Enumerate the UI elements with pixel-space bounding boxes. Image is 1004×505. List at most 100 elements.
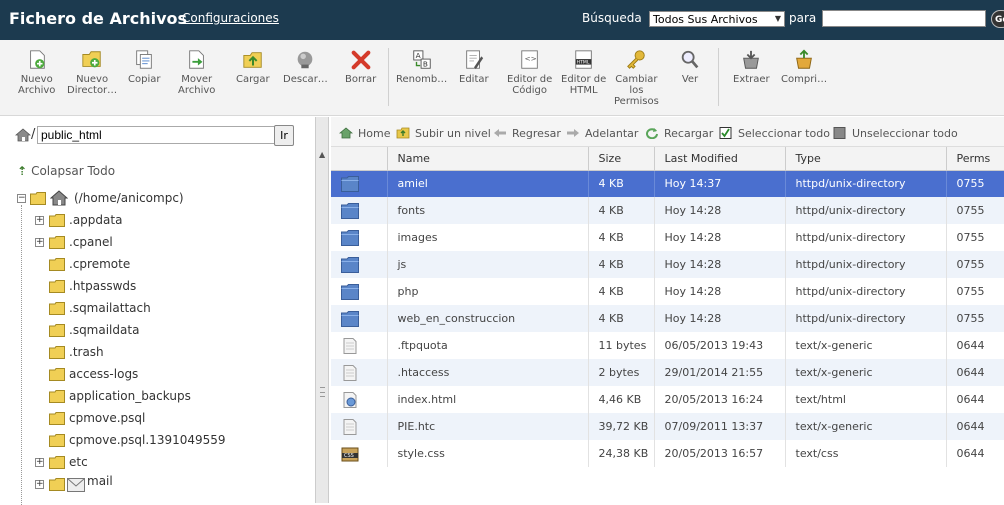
- toolbar-label: Borrar: [345, 74, 377, 85]
- expand-toggle-icon[interactable]: +: [35, 480, 44, 489]
- path-input[interactable]: [37, 126, 280, 144]
- toolbar-copy-button[interactable]: Copiar: [128, 49, 160, 85]
- column-header-size[interactable]: Size: [588, 147, 655, 171]
- file-perms-cell[interactable]: 0755: [946, 278, 1004, 305]
- nav-back-button[interactable]: Regresar: [493, 127, 561, 140]
- code-editor-icon: <>: [520, 50, 538, 69]
- table-row[interactable]: amiel 4 KB Hoy 14:37 httpd/unix-directory 07…: [331, 170, 1004, 197]
- toolbar-edit-button[interactable]: Editar: [459, 49, 489, 85]
- file-icon-cell[interactable]: [331, 305, 388, 332]
- expand-toggle-icon[interactable]: +: [35, 216, 44, 225]
- file-name-cell[interactable]: style.css: [387, 440, 589, 467]
- toolbar-extract-button[interactable]: Extraer: [733, 49, 770, 85]
- nav-home-button[interactable]: Home: [339, 127, 390, 140]
- column-header-name[interactable]: Name: [387, 147, 589, 171]
- toolbar-code-editor-button[interactable]: <> Editor de Código: [507, 49, 552, 96]
- file-perms-cell[interactable]: 0644: [946, 332, 1004, 359]
- file-name-cell[interactable]: .htaccess: [387, 359, 589, 386]
- toolbar-new-file-button[interactable]: Nuevo Archivo: [18, 49, 55, 96]
- toolbar-view-magnifier-button[interactable]: Ver: [678, 49, 702, 85]
- file-icon-cell[interactable]: [331, 413, 388, 440]
- file-name-cell[interactable]: .ftpquota: [387, 332, 589, 359]
- folder-icon: [49, 236, 65, 249]
- app-title: Fichero de Archivos: [9, 9, 188, 28]
- file-icon-cell[interactable]: [331, 170, 388, 197]
- search-scope-select[interactable]: Todos Sus Archivos ▼: [649, 11, 785, 27]
- folder-up-icon: [396, 127, 410, 139]
- file-perms-cell[interactable]: 0644: [946, 359, 1004, 386]
- file-modified-cell: 07/09/2011 13:37: [654, 413, 786, 440]
- file-type-cell: text/x-generic: [785, 413, 947, 440]
- copy-icon: [136, 50, 153, 69]
- nav-select-all-button[interactable]: Seleccionar todo: [719, 127, 830, 140]
- splitter-grip-icon[interactable]: [320, 387, 325, 397]
- collapse-toggle-icon[interactable]: −: [17, 194, 26, 203]
- file-perms-cell[interactable]: 0755: [946, 224, 1004, 251]
- table-row[interactable]: images 4 KB Hoy 14:28 httpd/unix-directory 0…: [331, 224, 1004, 251]
- file-perms-cell[interactable]: 0644: [946, 413, 1004, 440]
- file-icon-cell[interactable]: [331, 251, 388, 278]
- file-perms-cell[interactable]: 0755: [946, 251, 1004, 278]
- toolbar-compress-button[interactable]: Compri…: [781, 49, 827, 85]
- file-perms-cell[interactable]: 0644: [946, 440, 1004, 467]
- toolbar-delete-button[interactable]: Borrar: [345, 49, 376, 85]
- file-type-cell: httpd/unix-directory: [785, 197, 947, 224]
- file-perms-cell[interactable]: 0644: [946, 386, 1004, 413]
- toolbar-move-file-button[interactable]: Mover Archivo: [178, 49, 215, 96]
- file-icon-cell[interactable]: [331, 278, 388, 305]
- search-go-button[interactable]: Go: [991, 10, 1004, 28]
- table-row[interactable]: .ftpquota 11 bytes 06/05/2013 19:43 text/x-…: [331, 332, 1004, 359]
- home-icon[interactable]: [15, 128, 31, 142]
- file-icon-cell[interactable]: [331, 197, 388, 224]
- file-icon-cell[interactable]: [331, 359, 388, 386]
- file-size-cell: 4 KB: [588, 278, 655, 305]
- file-name-cell[interactable]: index.html: [387, 386, 589, 413]
- file-name-cell[interactable]: web_en_construccion: [387, 305, 589, 332]
- file-name-cell[interactable]: js: [387, 251, 589, 278]
- column-header-perms[interactable]: Perms: [946, 147, 1004, 171]
- file-name-cell[interactable]: images: [387, 224, 589, 251]
- table-row[interactable]: php 4 KB Hoy 14:28 httpd/unix-directory 0755: [331, 278, 1004, 305]
- toolbar-html-editor-button[interactable]: HTML Editor de HTML: [561, 49, 606, 96]
- file-name-cell[interactable]: fonts: [387, 197, 589, 224]
- file-icon-cell[interactable]: CSS: [331, 440, 388, 467]
- toolbar-new-folder-button[interactable]: Nuevo Director…: [67, 49, 117, 96]
- para-label: para: [789, 11, 817, 25]
- collapse-all-link[interactable]: ⇡ Colapsar Todo: [17, 164, 115, 178]
- table-row[interactable]: .htaccess 2 bytes 29/01/2014 21:55 text/x-g…: [331, 359, 1004, 386]
- toolbar-download-button[interactable]: Descar…: [283, 49, 328, 85]
- file-name-cell[interactable]: amiel: [387, 170, 589, 197]
- column-header-modified[interactable]: Last Modified: [654, 147, 786, 171]
- file-icon-cell[interactable]: [331, 224, 388, 251]
- expand-toggle-icon[interactable]: +: [35, 458, 44, 467]
- file-name-cell[interactable]: php: [387, 278, 589, 305]
- scroll-up-arrow-icon[interactable]: ▲: [319, 150, 325, 159]
- file-name-cell[interactable]: PIE.htc: [387, 413, 589, 440]
- file-perms-cell[interactable]: 0755: [946, 305, 1004, 332]
- nav-forward-button[interactable]: Adelantar: [566, 127, 638, 140]
- nav-up-button[interactable]: Subir un nivel: [396, 127, 491, 140]
- toolbar-permissions-key-button[interactable]: Cambiar los Permisos: [614, 49, 659, 107]
- settings-link[interactable]: Configuraciones: [182, 11, 279, 25]
- table-row[interactable]: CSS style.css 24,38 KB 20/05/2013 16:57 text…: [331, 440, 1004, 467]
- toolbar-rename-button[interactable]: A B Renomb…: [396, 49, 447, 85]
- nav-reload-button[interactable]: Recargar: [645, 127, 713, 140]
- table-row[interactable]: index.html 4,46 KB 20/05/2013 16:24 text/ht…: [331, 386, 1004, 413]
- nav-unselect-all-button[interactable]: Unseleccionar todo: [833, 127, 958, 140]
- column-header-type[interactable]: Type: [785, 147, 947, 171]
- panel-splitter[interactable]: ▲: [315, 117, 329, 503]
- table-row[interactable]: js 4 KB Hoy 14:28 httpd/unix-directory 0755: [331, 251, 1004, 278]
- expand-toggle-icon[interactable]: +: [35, 238, 44, 247]
- table-row[interactable]: web_en_construccion 4 KB Hoy 14:28 httpd/un…: [331, 305, 1004, 332]
- table-row[interactable]: fonts 4 KB Hoy 14:28 httpd/unix-directory 07…: [331, 197, 1004, 224]
- toolbar-upload-button[interactable]: Cargar: [236, 49, 270, 85]
- file-perms-cell[interactable]: 0755: [946, 197, 1004, 224]
- file-icon-cell[interactable]: [331, 386, 388, 413]
- path-go-button[interactable]: Ir: [274, 125, 294, 146]
- file-icon-cell[interactable]: [331, 332, 388, 359]
- search-input[interactable]: [822, 10, 986, 27]
- toolbar-label: Renomb…: [396, 74, 448, 85]
- file-perms-cell[interactable]: 0755: [946, 170, 1004, 197]
- table-row[interactable]: PIE.htc 39,72 KB 07/09/2011 13:37 text/x-ge…: [331, 413, 1004, 440]
- directory-tree-panel: / Ir ⇡Colapsar Todo − (/home/anicompc) + .a…: [0, 117, 315, 505]
